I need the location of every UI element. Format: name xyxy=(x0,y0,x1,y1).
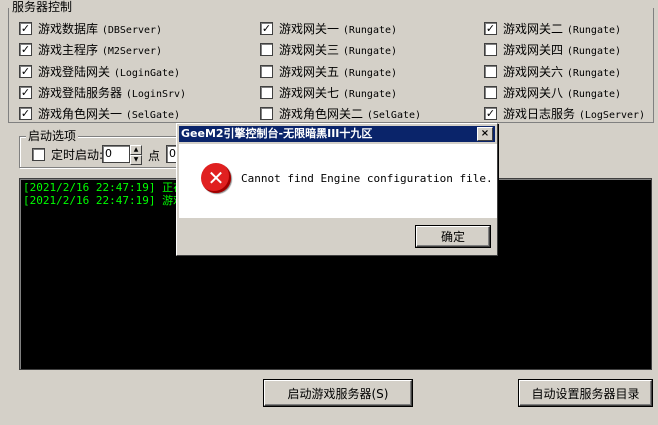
checkmark-icon[interactable]: ✓ xyxy=(19,42,32,56)
checkmark-icon[interactable]: ✓ xyxy=(19,64,32,78)
empty-checkbox[interactable] xyxy=(260,42,273,56)
hour-up-button[interactable]: ▲ xyxy=(130,145,142,155)
server-checkbox[interactable]: ✓ 游戏网关二 (Rungate) xyxy=(484,20,621,36)
server-checkbox[interactable]: 游戏网关六 (Rungate) xyxy=(484,63,621,79)
server-checkbox[interactable]: ✓ 游戏网关一 (Rungate) xyxy=(260,20,397,36)
server-checkbox-label: 游戏网关七 (Rungate) xyxy=(279,85,398,100)
server-checkbox-label: 游戏网关四 (Rungate) xyxy=(503,42,622,57)
checkmark-icon[interactable]: ✓ xyxy=(19,21,32,35)
dialog-titlebar[interactable]: GeeM2引擎控制台-无限暗黑III十九区 × xyxy=(179,126,495,142)
timed-start-checkbox[interactable]: 定时启动: xyxy=(32,146,103,162)
start-server-button[interactable]: 启动游戏服务器(S) xyxy=(264,380,412,406)
server-checkbox-label: 游戏网关六 (Rungate) xyxy=(503,64,622,79)
server-checkbox[interactable]: 游戏网关五 (Rungate) xyxy=(260,63,397,79)
server-checkbox[interactable]: 游戏网关八 (Rungate) xyxy=(484,84,621,100)
server-checkbox[interactable]: ✓ 游戏角色网关一 (SelGate) xyxy=(19,105,180,121)
server-checkbox-label: 游戏网关一 (Rungate) xyxy=(279,21,398,36)
checkmark-icon[interactable]: ✓ xyxy=(19,106,32,120)
server-checkbox[interactable]: ✓ 游戏主程序 (M2Server) xyxy=(19,41,162,57)
server-checkbox-label: 游戏角色网关二 (SelGate) xyxy=(279,106,422,121)
checkmark-icon[interactable]: ✓ xyxy=(260,21,273,35)
server-checkbox[interactable]: ✓ 游戏登陆服务器 (LoginSrv) xyxy=(19,84,186,100)
checkmark-icon[interactable]: ✓ xyxy=(484,106,497,120)
server-checkbox-label: 游戏角色网关一 (SelGate) xyxy=(38,106,181,121)
checkmark-icon[interactable]: ✓ xyxy=(484,21,497,35)
checkmark-icon[interactable]: ✓ xyxy=(19,85,32,99)
server-checkbox[interactable]: 游戏网关三 (Rungate) xyxy=(260,41,397,57)
hour-down-button[interactable]: ▼ xyxy=(130,155,142,165)
hour-input[interactable]: 0 xyxy=(102,145,130,163)
dialog-body: ✕ Cannot find Engine configuration file. xyxy=(179,144,497,218)
server-checkbox[interactable]: 游戏角色网关二 (SelGate) xyxy=(260,105,421,121)
server-checkbox-label: 游戏网关五 (Rungate) xyxy=(279,64,398,79)
empty-checkbox[interactable] xyxy=(260,64,273,78)
point-label: 点 xyxy=(148,149,161,163)
server-checkbox-label: 游戏网关三 (Rungate) xyxy=(279,42,398,57)
server-checkbox[interactable]: ✓ 游戏数据库 (DBServer) xyxy=(19,20,162,36)
server-checkbox[interactable]: ✓ 游戏登陆网关 (LoginGate) xyxy=(19,63,180,79)
dialog-message: Cannot find Engine configuration file. xyxy=(241,172,493,185)
close-icon[interactable]: × xyxy=(477,127,493,141)
server-checkbox-label: 游戏日志服务 (LogServer) xyxy=(503,106,646,121)
server-checkbox[interactable]: 游戏网关七 (Rungate) xyxy=(260,84,397,100)
error-icon: ✕ xyxy=(201,163,231,193)
server-checkbox-label: 游戏网关八 (Rungate) xyxy=(503,85,622,100)
server-checkbox-label: 游戏数据库 (DBServer) xyxy=(38,21,163,36)
error-dialog: GeeM2引擎控制台-无限暗黑III十九区 × ✕ Cannot find En… xyxy=(176,123,498,256)
server-checkbox[interactable]: 游戏网关四 (Rungate) xyxy=(484,41,621,57)
hour-spinner[interactable]: 0 ▲ ▼ xyxy=(102,145,142,165)
timed-start-box[interactable] xyxy=(32,147,45,161)
server-control-title: 服务器控制 xyxy=(10,0,75,15)
timed-start-label: 定时启动: xyxy=(51,147,104,162)
server-checkbox-label: 游戏登陆网关 (LoginGate) xyxy=(38,64,181,79)
server-checkbox-label: 游戏网关二 (Rungate) xyxy=(503,21,622,36)
auto-set-dir-button[interactable]: 自动设置服务器目录 xyxy=(519,380,652,406)
empty-checkbox[interactable] xyxy=(484,42,497,56)
empty-checkbox[interactable] xyxy=(260,106,273,120)
empty-checkbox[interactable] xyxy=(260,85,273,99)
ok-button[interactable]: 确定 xyxy=(416,226,490,247)
server-checkbox-label: 游戏登陆服务器 (LoginSrv) xyxy=(38,85,187,100)
dialog-title: GeeM2引擎控制台-无限暗黑III十九区 xyxy=(181,127,373,140)
server-checkbox[interactable]: ✓ 游戏日志服务 (LogServer) xyxy=(484,105,645,121)
startup-options-title: 启动选项 xyxy=(26,128,79,144)
server-checkbox-label: 游戏主程序 (M2Server) xyxy=(38,42,163,57)
empty-checkbox[interactable] xyxy=(484,85,497,99)
empty-checkbox[interactable] xyxy=(484,64,497,78)
